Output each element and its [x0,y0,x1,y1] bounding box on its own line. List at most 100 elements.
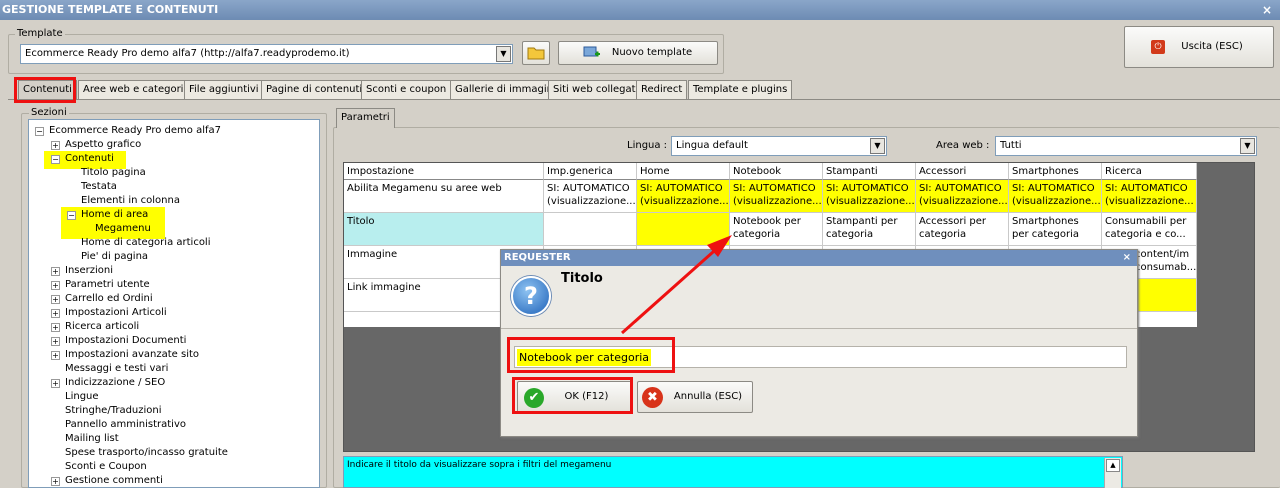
expand-icon[interactable]: + [51,309,60,318]
tab-parametri[interactable]: Parametri [336,108,395,128]
table-cell[interactable]: SI: AUTOMATICO (visualizzazione... [1009,180,1102,213]
tree-item[interactable]: Home di categoria articoli [81,236,211,250]
col-header[interactable]: Imp.generica [544,163,637,180]
tree-item[interactable]: − Home di area [67,208,148,222]
lingua-select-value: Lingua default [676,140,748,151]
expand-icon[interactable]: + [51,295,60,304]
collapse-icon[interactable]: − [67,211,76,220]
table-cell[interactable]: SI: AUTOMATICO (visualizzazione... [637,180,730,213]
power-icon: ⏻ [1151,40,1165,54]
help-text-area[interactable]: Indicare il titolo da visualizzare sopra… [343,456,1123,488]
tree-item[interactable]: Spese trasporto/incasso gratuite [65,446,228,460]
template-legend: Template [15,28,65,39]
col-header[interactable]: Accessori [916,163,1009,180]
tree-item[interactable]: + Impostazioni Documenti [51,334,186,348]
tree-item-label: Inserzioni [65,265,114,276]
tree-item[interactable]: Stringhe/Traduzioni [65,404,162,418]
tab-pagine-contenuti[interactable]: Pagine di contenuti [261,80,368,100]
cancel-button[interactable]: ✖ Annulla (ESC) [637,381,753,413]
area-web-select-value: Tutti [1000,140,1022,151]
tree-item[interactable]: Mailing list [65,432,119,446]
table-cell[interactable]: SI: AUTOMATICO (visualizzazione... [1102,180,1197,213]
cancel-icon: ✖ [642,387,663,408]
scroll-up-icon[interactable]: ▲ [1106,459,1120,472]
sections-legend: Sezioni [29,107,69,118]
expand-icon[interactable]: + [51,267,60,276]
tree-item[interactable]: + Carrello ed Ordini [51,292,153,306]
table-cell[interactable]: SI: AUTOMATICO (visualizzazione... [916,180,1009,213]
expand-icon[interactable]: + [51,323,60,332]
tree-item[interactable]: Sconti e Coupon [65,460,147,474]
area-web-select[interactable]: Tutti ▼ [995,136,1257,156]
expand-icon[interactable]: + [51,351,60,360]
tree-item[interactable]: − Ecommerce Ready Pro demo alfa7 [35,124,221,138]
tree-item[interactable]: + Gestione commenti [51,474,163,487]
open-folder-button[interactable] [522,41,550,65]
dialog-close-icon[interactable]: × [1123,250,1131,266]
col-header[interactable]: Home [637,163,730,180]
tab-template-plugins[interactable]: Template e plugins [688,80,793,100]
tree-item[interactable]: + Ricerca articoli [51,320,139,334]
sections-tree[interactable]: − Ecommerce Ready Pro demo alfa7 + Aspetto… [28,119,320,488]
help-text: Indicare il titolo da visualizzare sopra… [347,460,612,470]
template-select-value: Ecommerce Ready Pro demo alfa7 (http://a… [25,48,350,59]
lingua-select[interactable]: Lingua default ▼ [671,136,887,156]
table-cell[interactable]: Consumabili per categoria e co... [1102,213,1197,246]
expand-icon[interactable]: + [51,477,60,486]
tree-item[interactable]: Elementi in colonna [81,194,180,208]
tab-aree-web[interactable]: Aree web e categorie [78,80,195,100]
chevron-down-icon[interactable]: ▼ [496,46,511,62]
tree-item[interactable]: + Inserzioni [51,264,113,278]
expand-icon[interactable]: + [51,337,60,346]
collapse-icon[interactable]: − [35,127,44,136]
window-close-icon[interactable]: × [1262,0,1272,20]
table-cell[interactable]: SI: AUTOMATICO (visualizzazione... [544,180,637,213]
tree-item[interactable]: Lingue [65,390,99,404]
tree-item[interactable]: + Impostazioni avanzate sito [51,348,199,362]
tab-siti-collegati[interactable]: Siti web collegati [548,80,644,100]
tree-item[interactable]: Pie' di pagina [81,250,148,264]
tab-file-aggiuntivi[interactable]: File aggiuntivi [184,80,264,100]
expand-icon[interactable]: + [51,141,60,150]
lingua-label: Lingua : [627,140,668,151]
col-header[interactable]: Smartphones [1009,163,1102,180]
collapse-icon[interactable]: − [51,155,60,164]
tree-item[interactable]: + Aspetto grafico [51,138,141,152]
expand-icon[interactable]: + [51,379,60,388]
col-header[interactable]: Ricerca consum... [1102,163,1197,180]
help-scrollbar[interactable]: ▲ [1104,458,1121,488]
table-cell[interactable]: Stampanti per categoria [823,213,916,246]
tree-item[interactable]: Megamenu [95,222,151,236]
col-header[interactable]: Impostazione [344,163,544,180]
tab-strip-divider [8,99,1280,100]
tree-item[interactable]: Testata [81,180,117,194]
tree-item[interactable]: − Contenuti [51,152,114,166]
table-cell[interactable]: Smartphones per categoria [1009,213,1102,246]
tree-item-label: Indicizzazione / SEO [65,377,166,388]
table-cell[interactable]: Abilita Megamenu su aree web [344,180,544,213]
table-cell[interactable]: Accessori per categoria [916,213,1009,246]
table-cell[interactable]: SI: AUTOMATICO (visualizzazione... [730,180,823,213]
template-select[interactable]: Ecommerce Ready Pro demo alfa7 (http://a… [20,44,513,64]
expand-icon[interactable]: + [51,281,60,290]
tree-item[interactable]: + Parametri utente [51,278,150,292]
annotation-tab-box [14,77,76,103]
tree-item[interactable]: Messaggi e testi vari [65,362,168,376]
tree-item[interactable]: + Impostazioni Articoli [51,306,167,320]
col-header[interactable]: Stampanti [823,163,916,180]
tab-redirect[interactable]: Redirect [636,80,688,100]
tree-item-label: Ricerca articoli [65,321,140,332]
chevron-down-icon[interactable]: ▼ [870,138,885,154]
new-template-icon [583,46,600,57]
new-template-button[interactable]: Nuovo template [558,41,718,65]
tree-item[interactable]: Pannello amministrativo [65,418,186,432]
tree-item[interactable]: Titolo pagina [81,166,146,180]
chevron-down-icon[interactable]: ▼ [1240,138,1255,154]
exit-button[interactable]: ⏻ Uscita (ESC) [1124,26,1274,68]
col-header[interactable]: Notebook [730,163,823,180]
table-cell[interactable]: SI: AUTOMATICO (visualizzazione... [823,180,916,213]
table-cell[interactable]: Titolo [344,213,544,246]
tab-sconti-coupon[interactable]: Sconti e coupon [361,80,452,100]
tree-item[interactable]: + Indicizzazione / SEO [51,376,165,390]
tab-gallerie[interactable]: Gallerie di immagini [450,80,561,100]
